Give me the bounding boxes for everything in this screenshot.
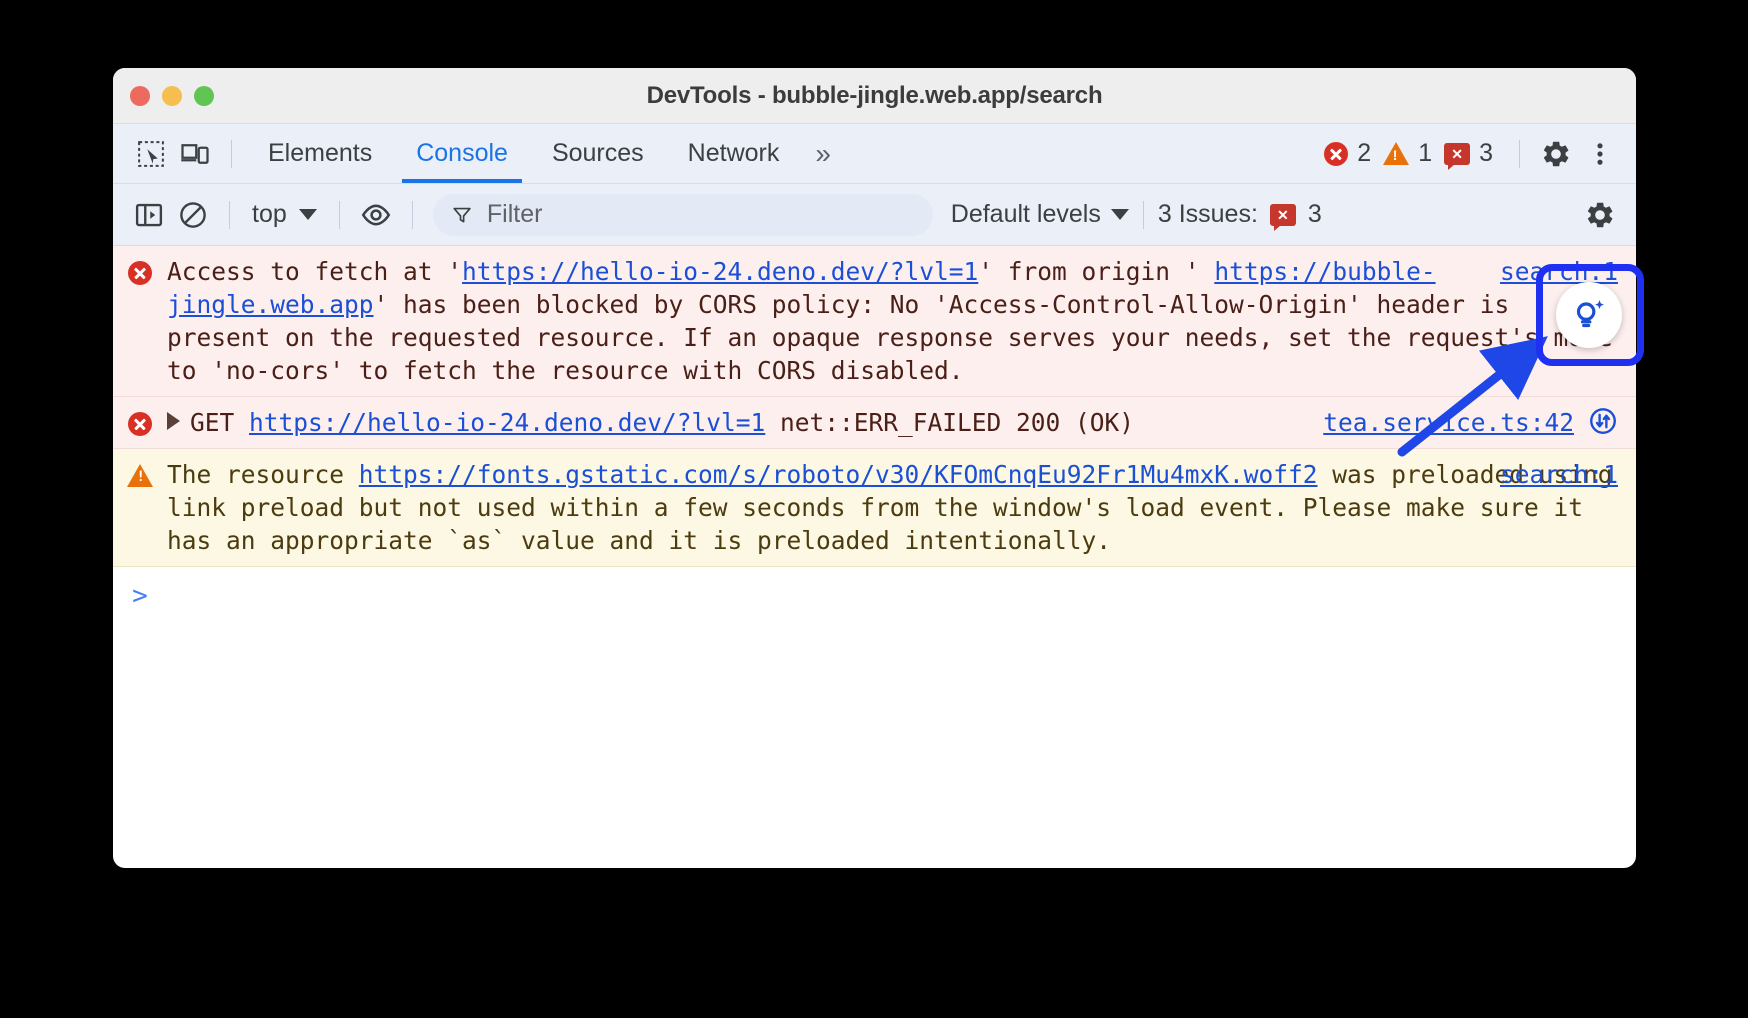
msg1-part-0: Access to fetch at ' — [167, 257, 462, 286]
msg1-link-request-url[interactable]: https://hello-io-24.deno.dev/?lvl=1 — [462, 257, 978, 286]
chevron-down-icon — [299, 209, 317, 220]
msg2-part-2: net::ERR_FAILED 200 (OK) — [765, 408, 1134, 437]
console-message-error-get[interactable]: GET https://hello-io-24.deno.dev/?lvl=1 … — [113, 397, 1636, 449]
tab-console[interactable]: Console — [394, 124, 530, 183]
inspect-element-icon[interactable] — [129, 132, 173, 176]
screen: DevTools - bubble-jingle.web.app/search — [0, 0, 1748, 1018]
issue-badge-icon: ✕ — [1444, 143, 1470, 165]
log-levels-selector[interactable]: Default levels — [951, 200, 1129, 229]
ask-ai-lightbulb-icon — [1569, 295, 1609, 335]
source-link-label: tea.service.ts:42 — [1323, 408, 1574, 437]
tab-elements[interactable]: Elements — [246, 124, 394, 183]
console-toolbar-divider-3 — [412, 201, 413, 229]
console-sidebar-icon[interactable] — [127, 193, 171, 237]
filter-input-wrapper[interactable] — [433, 194, 933, 236]
tabbar-right-divider — [1519, 140, 1520, 168]
issues-summary[interactable]: 3 Issues: ✕ 3 — [1158, 200, 1322, 229]
window-titlebar: DevTools - bubble-jingle.web.app/search — [113, 68, 1636, 124]
warning-triangle-icon — [1383, 142, 1409, 165]
console-message-list: Access to fetch at 'https://hello-io-24.… — [113, 246, 1636, 771]
clear-console-icon[interactable] — [171, 193, 215, 237]
console-settings-gear-icon[interactable] — [1578, 193, 1622, 237]
error-circle-icon — [113, 255, 167, 387]
tabbar-status-area: 2 1 ✕ 3 — [1324, 132, 1636, 176]
issue-count-group[interactable]: ✕ 3 — [1444, 139, 1493, 168]
window-title: DevTools - bubble-jingle.web.app/search — [113, 82, 1636, 110]
msg3-part-0: The resource — [167, 460, 359, 489]
msg1-part-2: ' from origin ' — [978, 257, 1199, 286]
console-message-text: Access to fetch at 'https://hello-io-24.… — [167, 255, 1636, 387]
network-request-icon[interactable] — [1588, 406, 1618, 444]
console-message-source-link[interactable]: tea.service.ts:42 — [1323, 406, 1618, 444]
console-message-warning-preload[interactable]: The resource https://fonts.gstatic.com/s… — [113, 449, 1636, 567]
console-toolbar-divider-1 — [229, 201, 230, 229]
warning-triangle-icon — [113, 458, 167, 557]
warning-count-group[interactable]: 1 — [1383, 139, 1432, 168]
error-count: 2 — [1357, 139, 1371, 168]
filter-icon — [451, 203, 473, 227]
issues-count: 3 — [1308, 200, 1322, 229]
console-message-text: The resource https://fonts.gstatic.com/s… — [167, 458, 1636, 557]
issues-label: 3 Issues: — [1158, 200, 1258, 229]
tabbar-divider — [231, 140, 232, 168]
error-count-group[interactable]: 2 — [1324, 139, 1371, 168]
gear-icon[interactable] — [1534, 132, 1578, 176]
devtools-tabbar: Elements Console Sources Network » 2 1 ✕… — [113, 124, 1636, 184]
devtools-window: DevTools - bubble-jingle.web.app/search — [113, 68, 1636, 868]
error-circle-icon — [113, 406, 167, 439]
error-circle-icon — [1324, 142, 1348, 166]
console-message-source-link[interactable]: search:1 — [1500, 458, 1618, 491]
device-toolbar-icon[interactable] — [173, 132, 217, 176]
msg3-link-font-url[interactable]: https://fonts.gstatic.com/s/roboto/v30/K… — [359, 460, 1318, 489]
console-toolbar-right — [1578, 193, 1622, 237]
tab-sources[interactable]: Sources — [530, 124, 666, 183]
console-toolbar-divider-4 — [1143, 201, 1144, 229]
issue-count: 3 — [1479, 139, 1493, 168]
warning-count: 1 — [1418, 139, 1432, 168]
msg2-link-request-url[interactable]: https://hello-io-24.deno.dev/?lvl=1 — [249, 408, 765, 437]
console-toolbar-divider-2 — [339, 201, 340, 229]
log-levels-label: Default levels — [951, 200, 1101, 229]
console-message-error-cors[interactable]: Access to fetch at 'https://hello-io-24.… — [113, 246, 1636, 397]
expand-arrow-icon[interactable] — [167, 412, 180, 430]
panel-tabs: Elements Console Sources Network » — [246, 124, 845, 183]
execution-context-label: top — [252, 200, 287, 229]
live-expression-icon[interactable] — [354, 193, 398, 237]
tab-network[interactable]: Network — [666, 124, 802, 183]
execution-context-selector[interactable]: top — [244, 200, 325, 229]
msg1-part-4: ' has been blocked by CORS policy: No 'A… — [167, 290, 1613, 385]
prompt-caret-icon: > — [113, 581, 167, 611]
msg2-part-0: GET — [190, 408, 249, 437]
chevron-down-icon — [1111, 209, 1129, 220]
issue-badge-icon: ✕ — [1270, 204, 1296, 226]
more-tabs-icon[interactable]: » — [801, 124, 845, 183]
console-toolbar: top Default levels — [113, 184, 1636, 246]
console-prompt[interactable]: > — [113, 567, 1636, 611]
filter-input[interactable] — [487, 200, 915, 229]
ask-ai-button[interactable] — [1556, 282, 1622, 348]
more-vertical-icon[interactable] — [1578, 132, 1622, 176]
